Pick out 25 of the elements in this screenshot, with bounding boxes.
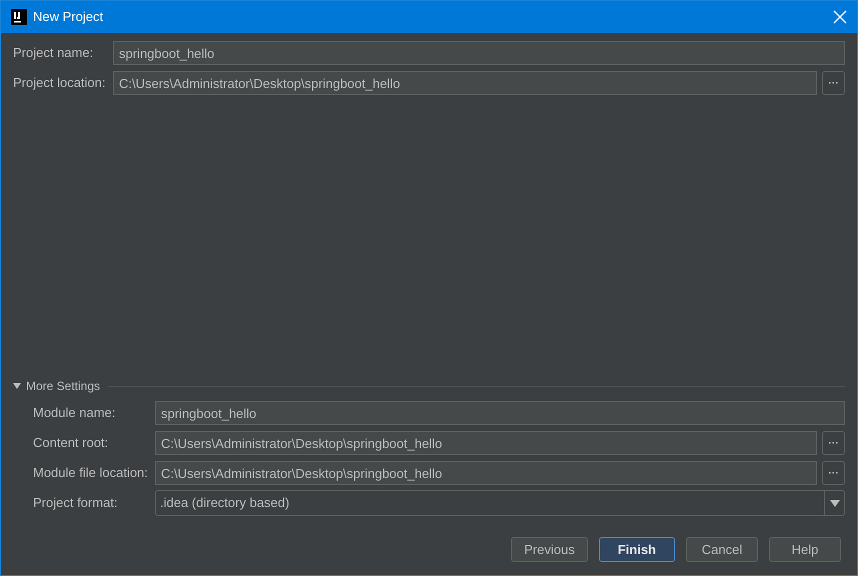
field-label: Project format: — [33, 494, 119, 512]
text-field[interactable]: C:\Users\Administrator\Desktop\springboot_hello — [113, 71, 817, 95]
app-logo-icon — [11, 9, 27, 25]
text-field[interactable]: springboot_hello — [155, 401, 845, 425]
browse-button[interactable] — [822, 71, 845, 95]
dropdown-arrow-icon — [830, 500, 840, 506]
text-field[interactable]: C:\Users\Administrator\Desktop\springboot_hello — [155, 431, 817, 455]
text-field[interactable]: C:\Users\Administrator\Desktop\springboot_hello — [155, 461, 817, 485]
close-icon[interactable] — [833, 10, 847, 24]
field-label: Project location: — [13, 74, 106, 92]
window-title: New Project — [33, 8, 104, 26]
more-settings-toggle[interactable]: More Settings — [13, 377, 100, 395]
dialog-button[interactable]: Cancel — [686, 537, 758, 562]
dialog-button[interactable]: Previous — [511, 537, 588, 562]
field-label: Module file location: — [33, 464, 149, 482]
field-label: Module name: — [33, 404, 116, 422]
field-label: Content root: — [33, 434, 110, 452]
dialog-button[interactable]: Finish — [598, 537, 675, 562]
browse-button[interactable] — [822, 431, 845, 455]
field-label: Project name: — [13, 44, 94, 62]
dialog-button[interactable]: Help — [769, 537, 841, 562]
text-field[interactable]: springboot_hello — [113, 41, 845, 65]
expand-arrow-icon — [13, 383, 21, 389]
format-dropdown[interactable]: .idea (directory based) — [155, 490, 845, 516]
browse-button[interactable] — [822, 461, 845, 485]
